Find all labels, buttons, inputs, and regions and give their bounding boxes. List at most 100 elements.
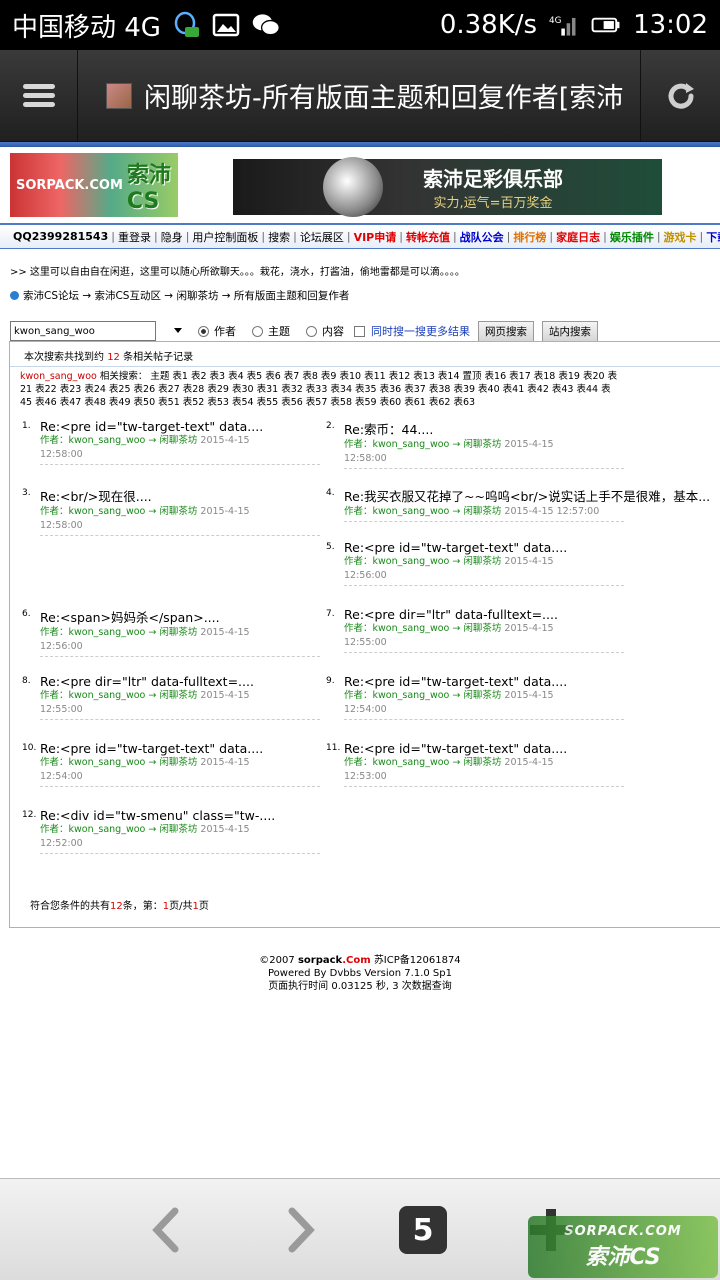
logo-cs-text: 索沛CS (126, 162, 171, 214)
result-board-link[interactable]: 闲聊茶坊 (159, 757, 197, 768)
result-title-link[interactable]: Re:索币：44.... (344, 419, 634, 438)
result-arrow: → (148, 824, 157, 835)
result-author-link[interactable]: kwon_sang_woo (69, 627, 146, 638)
tags-line-3[interactable]: 45 表46 表47 表48 表49 表50 表51 表52 表53 表54 表… (20, 396, 720, 409)
result-board-link[interactable]: 闲聊茶坊 (463, 623, 501, 634)
tags-line-1[interactable]: 相关搜索： 主题 表1 表2 表3 表4 表5 表6 表7 表8 表9 表10 … (100, 371, 617, 382)
footer-brand-com[interactable]: .Com (342, 955, 370, 966)
site-search-button[interactable]: 站内搜索 (542, 320, 598, 342)
result-time: 12:58:00 (40, 520, 83, 531)
navbar-item[interactable]: 战队公会 (457, 229, 507, 245)
result-title-link[interactable]: Re:<pre dir="ltr" data-fulltext=.... (344, 607, 634, 622)
navbar-item[interactable]: 用户控制面板 (189, 229, 261, 245)
radio-topic[interactable] (252, 325, 263, 337)
navbar-item[interactable]: 重登录 (115, 229, 154, 245)
navbar-item[interactable]: 下载 (703, 229, 720, 245)
radio-content[interactable] (306, 325, 317, 337)
refresh-button[interactable] (640, 49, 720, 142)
result-author-link[interactable]: kwon_sang_woo (69, 690, 146, 701)
result-title-link[interactable]: Re:<pre id="tw-target-text" data.... (344, 674, 634, 689)
navbar-item[interactable]: 隐身 (158, 229, 186, 245)
result-number: 4. (326, 488, 335, 498)
result-board-link[interactable]: 闲聊茶坊 (463, 757, 501, 768)
sync-search-checkbox[interactable] (354, 325, 365, 337)
result-title-link[interactable]: Re:我买衣服又花掉了~~呜呜<br/>说实话上手不是很难，基本... (344, 486, 710, 505)
results-head-prefix: 本次搜索共找到约 (24, 352, 104, 363)
lottery-ad-banner[interactable]: 索沛足彩俱乐部 实力,运气=百万奖金 (233, 157, 662, 217)
navbar-item[interactable]: QQ2399281543 (10, 230, 111, 243)
result-number: 10. (22, 743, 37, 753)
result-title-link[interactable]: Re:<span>妈妈杀</span>.... (40, 607, 330, 626)
result-author-link[interactable]: kwon_sang_woo (373, 690, 450, 701)
result-author-prefix: 作者： (344, 506, 373, 517)
result-author-prefix: 作者： (344, 623, 373, 634)
wechat-notification-icon (252, 14, 280, 36)
result-date: 2015-4-15 (504, 439, 554, 450)
web-search-button[interactable]: 网页搜索 (478, 320, 534, 342)
result-author-link[interactable]: kwon_sang_woo (373, 623, 450, 634)
result-board-link[interactable]: 闲聊茶坊 (159, 627, 197, 638)
result-title-link[interactable]: Re:<pre id="tw-target-text" data.... (40, 741, 330, 756)
result-board-link[interactable]: 闲聊茶坊 (159, 506, 197, 517)
dropdown-arrow-icon[interactable] (156, 325, 186, 337)
result-author-prefix: 作者： (40, 690, 69, 701)
menu-button[interactable] (0, 49, 78, 142)
forward-arrow-icon[interactable] (275, 1205, 325, 1255)
qq-notification-icon (174, 11, 199, 37)
result-author-link[interactable]: kwon_sang_woo (373, 506, 450, 517)
result-date: 2015-4-15 (200, 824, 250, 835)
result-number: 2. (326, 421, 335, 431)
page-footer: ©2007 sorpack.Com 苏ICP备12061874 Powered … (0, 954, 720, 993)
result-title-link[interactable]: Re:<pre id="tw-target-text" data.... (40, 419, 330, 434)
tags-line-2[interactable]: 21 表22 表23 表24 表25 表26 表27 表28 表29 表30 表… (20, 383, 720, 396)
result-meta: 作者：kwon_sang_woo → 闲聊茶坊 2015-4-15 12:58:0… (344, 438, 634, 466)
result-author-link[interactable]: kwon_sang_woo (373, 757, 450, 768)
result-date: 2015-4-15 (504, 757, 554, 768)
result-board-link[interactable]: 闲聊茶坊 (463, 690, 501, 701)
site-logo[interactable]: SORPACK.COM 索沛CS (10, 153, 178, 217)
navbar-item[interactable]: 论坛展区 (297, 229, 347, 245)
result-title-link[interactable]: Re:<pre id="tw-target-text" data.... (344, 540, 634, 555)
radio-author[interactable] (198, 325, 209, 337)
result-title-link[interactable]: Re:<div id="tw-smenu" class="tw-.... (40, 808, 330, 823)
result-divider (40, 656, 320, 657)
tab-count-button[interactable]: 5 (399, 1206, 447, 1254)
result-date: 2015-4-15 (504, 556, 554, 567)
search-input[interactable] (10, 321, 156, 341)
navbar-item[interactable]: 家庭日志 (553, 229, 603, 245)
result-board-link[interactable]: 闲聊茶坊 (159, 690, 197, 701)
summary-count: 12 (110, 901, 123, 912)
result-author-link[interactable]: kwon_sang_woo (69, 757, 146, 768)
sync-search-label[interactable]: 同时搜一搜更多结果 (371, 323, 470, 339)
address-bar[interactable]: 闲聊茶坊-所有版面主题和回复作者[索沛 (78, 76, 640, 115)
result-author-link[interactable]: kwon_sang_woo (373, 439, 450, 450)
navbar-item[interactable]: 搜索 (265, 229, 293, 245)
result-author-link[interactable]: kwon_sang_woo (69, 435, 146, 446)
tag-keyword[interactable]: kwon_sang_woo (20, 371, 97, 382)
footer-icp[interactable]: 苏ICP备12061874 (374, 955, 461, 966)
navbar-item[interactable]: 转帐充值 (403, 229, 453, 245)
result-title-link[interactable]: Re:<pre dir="ltr" data-fulltext=.... (40, 674, 330, 689)
result-meta: 作者：kwon_sang_woo → 闲聊茶坊 2015-4-15 12:57:… (344, 505, 634, 519)
result-title-link[interactable]: Re:<br/>现在很.... (40, 486, 330, 505)
result-divider (344, 786, 624, 787)
navbar-item[interactable]: 排行榜 (510, 229, 549, 245)
result-board-link[interactable]: 闲聊茶坊 (463, 506, 501, 517)
footer-brand[interactable]: sorpack (298, 955, 342, 966)
result-time: 12:52:00 (40, 838, 83, 849)
result-author-link[interactable]: kwon_sang_woo (373, 556, 450, 567)
result-board-link[interactable]: 闲聊茶坊 (159, 435, 197, 446)
breadcrumb-text[interactable]: 索沛CS论坛 → 索沛CS互动区 → 闲聊茶坊 → 所有版面主题和回复作者 (23, 288, 349, 303)
result-board-link[interactable]: 闲聊茶坊 (463, 439, 501, 450)
result-title-link[interactable]: Re:<pre id="tw-target-text" data.... (344, 741, 634, 756)
result-author-link[interactable]: kwon_sang_woo (69, 824, 146, 835)
result-author-link[interactable]: kwon_sang_woo (69, 506, 146, 517)
related-search-tags: kwon_sang_woo 相关搜索： 主题 表1 表2 表3 表4 表5 表6… (10, 367, 720, 409)
result-board-link[interactable]: 闲聊茶坊 (463, 556, 501, 567)
navbar-item[interactable]: 游戏卡 (661, 229, 700, 245)
result-board-link[interactable]: 闲聊茶坊 (159, 824, 197, 835)
navbar-item[interactable]: 娱乐插件 (607, 229, 657, 245)
navbar-item[interactable]: VIP申请 (351, 229, 400, 245)
back-arrow-icon[interactable] (142, 1205, 192, 1255)
result-item: 11. Re:<pre id="tw-target-text" data.... 作… (326, 741, 634, 787)
